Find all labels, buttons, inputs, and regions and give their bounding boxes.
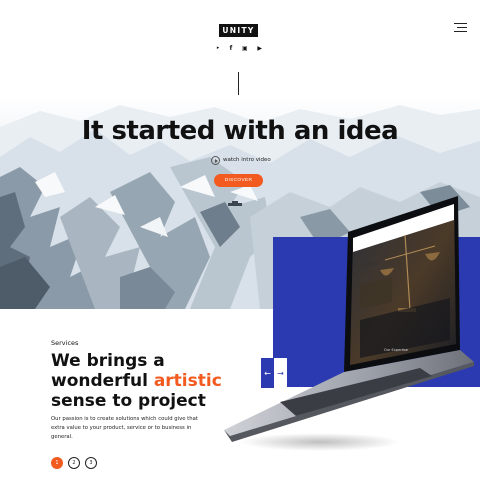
heading-line-1: We brings a bbox=[51, 351, 165, 371]
hero-title: It started with an idea bbox=[81, 116, 399, 146]
twitter-icon[interactable]: ‣ bbox=[216, 45, 220, 53]
watch-video-link[interactable]: watch intro video bbox=[211, 155, 271, 165]
laptop-screen-logo: LNTY bbox=[366, 262, 378, 267]
social-links: ‣ f ▣ ▶ bbox=[216, 45, 262, 53]
scroll-indicator-line bbox=[238, 72, 239, 95]
heading-line-2-text: wonderful bbox=[51, 371, 154, 391]
page-dot-1[interactable]: 1 bbox=[51, 457, 63, 469]
heading-line-2: wonderful artistic bbox=[51, 371, 271, 391]
page-dot-3[interactable]: 3 bbox=[85, 457, 97, 469]
heading-line-3: sense to project bbox=[51, 391, 206, 411]
menu-line bbox=[454, 23, 467, 24]
pagination: 1 2 3 bbox=[51, 457, 97, 469]
menu-line bbox=[457, 27, 467, 28]
facebook-icon[interactable]: f bbox=[230, 45, 233, 53]
hamburger-icon[interactable] bbox=[454, 23, 467, 32]
menu-line bbox=[454, 31, 467, 32]
arrow-right-icon[interactable]: → bbox=[274, 358, 287, 388]
watch-video-label: watch intro video bbox=[223, 157, 271, 163]
services-description: Our passion is to create solutions which… bbox=[51, 416, 198, 440]
laptop-screen-caption: Our Expertise bbox=[384, 348, 408, 352]
play-icon bbox=[211, 155, 220, 165]
heading-accent-word: artistic bbox=[153, 371, 222, 391]
services-label: Services bbox=[51, 339, 79, 347]
services-heading: We brings a wonderful artistic sense to … bbox=[51, 351, 271, 411]
laptop-mockup bbox=[220, 190, 480, 460]
instagram-icon[interactable]: ▣ bbox=[242, 45, 248, 53]
page-dot-2[interactable]: 2 bbox=[68, 457, 80, 469]
brand-logo[interactable]: UNITY bbox=[219, 24, 258, 37]
discover-button[interactable]: DISCOVER bbox=[214, 174, 263, 187]
youtube-icon[interactable]: ▶ bbox=[257, 45, 262, 53]
